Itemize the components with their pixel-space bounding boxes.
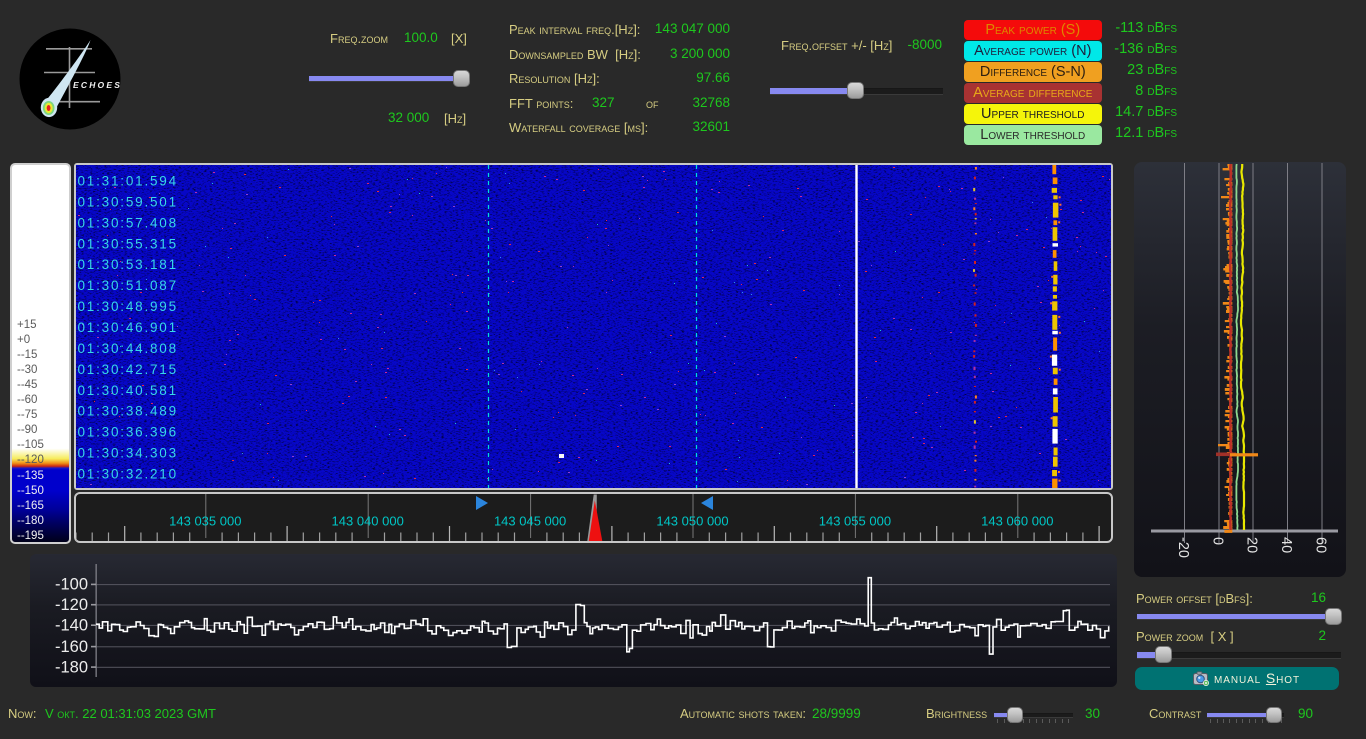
svg-text:01:30:57.408: 01:30:57.408 <box>78 215 178 230</box>
svg-text:-120: -120 <box>55 596 88 614</box>
svg-text:01:30:34.303: 01:30:34.303 <box>78 446 178 461</box>
svg-text:-140: -140 <box>55 616 88 634</box>
svg-text:-20: -20 <box>1175 537 1191 558</box>
svg-text:60: 60 <box>1313 537 1329 553</box>
svg-text:01:30:46.901: 01:30:46.901 <box>78 320 178 335</box>
svg-text:01:30:55.315: 01:30:55.315 <box>78 236 178 251</box>
svg-text:01:31:01.594: 01:31:01.594 <box>78 174 178 189</box>
svg-text:01:30:53.181: 01:30:53.181 <box>78 257 178 272</box>
svg-text:20: 20 <box>1244 537 1260 553</box>
svg-text:01:30:40.581: 01:30:40.581 <box>78 383 178 398</box>
svg-text:01:30:32.210: 01:30:32.210 <box>78 467 178 482</box>
svg-text:143 050 000: 143 050 000 <box>656 514 728 529</box>
svg-text:143 045 000: 143 045 000 <box>494 514 566 529</box>
svg-text:143 040 000: 143 040 000 <box>332 514 404 529</box>
svg-text:143 060 000: 143 060 000 <box>981 514 1053 529</box>
svg-text:01:30:36.396: 01:30:36.396 <box>78 425 178 440</box>
svg-text:ECHOES: ECHOES <box>73 80 121 90</box>
svg-text:-180: -180 <box>55 658 88 676</box>
svg-text:143 055 000: 143 055 000 <box>819 514 891 529</box>
svg-text:01:30:51.087: 01:30:51.087 <box>78 278 178 293</box>
svg-text:01:30:38.489: 01:30:38.489 <box>78 404 178 419</box>
svg-text:143 035 000: 143 035 000 <box>169 514 241 529</box>
svg-text:40: 40 <box>1278 537 1294 553</box>
svg-text:0: 0 <box>1210 537 1226 545</box>
svg-text:01:30:42.715: 01:30:42.715 <box>78 362 178 377</box>
svg-text:-100: -100 <box>55 576 88 594</box>
svg-text:01:30:59.501: 01:30:59.501 <box>78 194 178 209</box>
svg-text:-160: -160 <box>55 638 88 656</box>
svg-text:01:30:48.995: 01:30:48.995 <box>78 299 178 314</box>
svg-text:01:30:44.808: 01:30:44.808 <box>78 341 178 356</box>
